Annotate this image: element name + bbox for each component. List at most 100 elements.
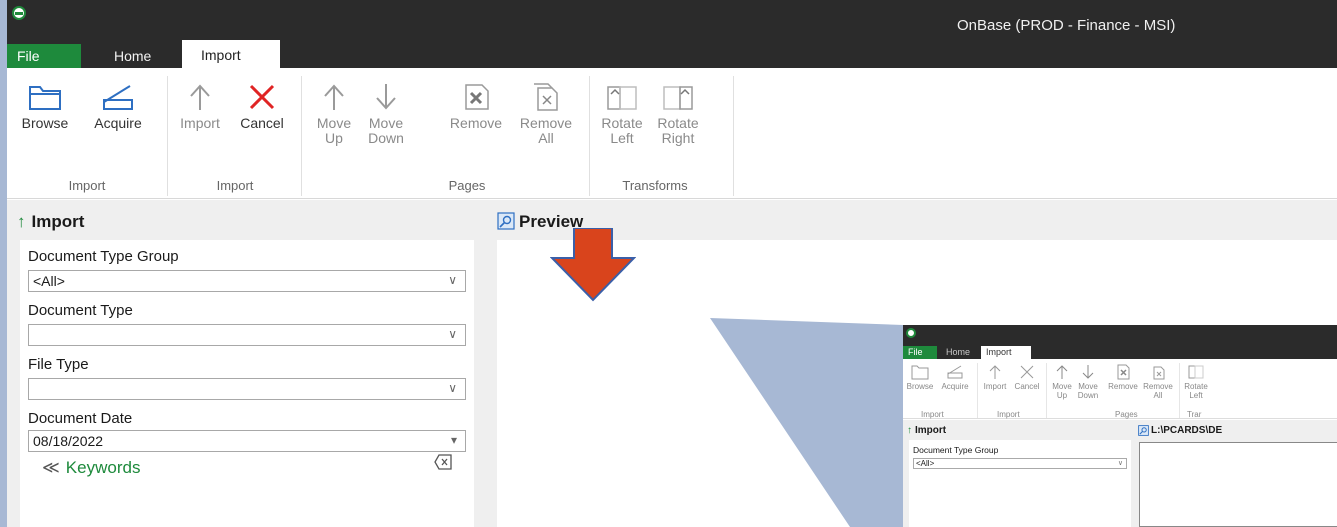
- inset-remove-button[interactable]: Remove: [1105, 364, 1141, 391]
- ribbon-tabs: File Home Import: [7, 36, 1337, 68]
- clear-keywords-icon[interactable]: [434, 454, 452, 470]
- arrow-up-icon: [1056, 365, 1068, 379]
- inset-cancel-button[interactable]: Cancel: [1011, 364, 1043, 391]
- move-down-label: Move Down: [368, 115, 404, 146]
- tab-home[interactable]: Home: [100, 44, 165, 68]
- title-bar: OnBase (PROD - Finance - MSI): [7, 0, 1337, 36]
- tab-import[interactable]: Import: [182, 40, 280, 68]
- ribbon-separator: [589, 76, 590, 196]
- document-type-group-value: <All>: [33, 273, 65, 289]
- document-type-select[interactable]: ∨: [28, 324, 466, 346]
- remove-all-label: Remove All: [519, 115, 573, 146]
- scanner-icon: [103, 85, 133, 110]
- document-date-value: 08/18/2022: [33, 433, 104, 449]
- import-form: Document Type Group <All> ∨ Document Typ…: [20, 240, 474, 527]
- import-pane-title: Import: [31, 212, 85, 231]
- rotate-right-button[interactable]: Rotate Right: [651, 82, 705, 146]
- remove-page-icon: [465, 84, 489, 110]
- arrow-up-icon: ↑: [17, 212, 26, 231]
- remove-page-icon: [1117, 364, 1130, 380]
- import-button[interactable]: Import: [171, 82, 229, 131]
- inset-group-pages: Pages: [1115, 410, 1138, 419]
- inset-tab-home[interactable]: Home: [941, 346, 975, 359]
- inset-preview-path: L:\PCARDS\DE: [1151, 425, 1223, 436]
- onbase-logo-icon: [906, 328, 916, 338]
- import-pane: ↑ Import Document Type Group <All> ∨ Docu…: [7, 200, 487, 527]
- zoomed-inset: File Home Import Browse Acquire Import I…: [903, 325, 1337, 527]
- import-pane-header: ↑ Import: [7, 200, 487, 238]
- inset-import-button[interactable]: Import: [979, 364, 1011, 391]
- close-icon: [249, 84, 275, 110]
- browse-label: Browse: [21, 115, 69, 131]
- arrow-down-icon: [1082, 365, 1094, 379]
- inset-remove-all-button[interactable]: Remove All: [1141, 364, 1175, 400]
- rotate-left-button[interactable]: Rotate Left: [597, 82, 647, 146]
- folder-icon: [29, 86, 61, 110]
- rotate-right-label: Rotate Right: [657, 115, 699, 146]
- inset-document-type-group-label: Document Type Group: [913, 445, 999, 455]
- cancel-label: Cancel: [240, 115, 284, 131]
- inset-import-pane: ↑ Import Document Type Group <All> ∨: [903, 420, 1135, 527]
- inset-move-up-button[interactable]: Move Up: [1049, 364, 1075, 400]
- inset-group-import-1: Import: [921, 410, 944, 419]
- remove-all-pages-icon: [1153, 366, 1165, 380]
- document-date-input[interactable]: 08/18/2022 ▾: [28, 430, 466, 452]
- rotate-right-icon: [663, 86, 693, 110]
- rotate-left-icon: [1188, 365, 1204, 379]
- chevron-down-icon: ∨: [448, 273, 457, 287]
- inset-tab-import[interactable]: Import: [981, 346, 1031, 359]
- inset-group-import-2: Import: [997, 410, 1020, 419]
- file-type-label: File Type: [28, 356, 89, 373]
- rotate-left-icon: [607, 86, 637, 110]
- inset-rotate-left-button[interactable]: Rotate Left: [1181, 364, 1211, 400]
- keywords-label: Keywords: [65, 458, 141, 477]
- inset-document-type-group-select[interactable]: <All> ∨: [913, 458, 1127, 469]
- preview-icon: [1138, 425, 1149, 436]
- cancel-button[interactable]: Cancel: [231, 82, 293, 131]
- document-date-label: Document Date: [28, 410, 133, 427]
- inset-separator: [977, 363, 978, 418]
- tab-file[interactable]: File: [7, 44, 81, 68]
- group-label-transforms: Transforms: [622, 178, 688, 193]
- keywords-toggle[interactable]: ≪ Keywords: [42, 458, 140, 478]
- group-label-import-1: Import: [68, 178, 106, 193]
- inset-browse-button[interactable]: Browse: [903, 364, 937, 391]
- inset-import-form: Document Type Group <All> ∨: [909, 440, 1131, 527]
- inset-preview-pane: L:\PCARDS\DE: [1135, 420, 1337, 527]
- remove-all-button[interactable]: Remove All: [515, 82, 577, 146]
- document-type-label: Document Type: [28, 302, 133, 319]
- ribbon-separator: [733, 76, 734, 196]
- inset-acquire-button[interactable]: Acquire: [937, 364, 973, 391]
- dropdown-triangle-icon: ▾: [450, 433, 457, 447]
- remove-label: Remove: [449, 115, 503, 131]
- onbase-logo-icon: [12, 6, 26, 20]
- remove-button[interactable]: Remove: [443, 82, 509, 131]
- ribbon: Browse Acquire Import Import Cancel Impo: [7, 68, 1337, 199]
- inset-tab-file[interactable]: File: [903, 346, 937, 359]
- window-title: OnBase (PROD - Finance - MSI): [957, 17, 1176, 34]
- acquire-label: Acquire: [94, 115, 142, 131]
- move-down-button[interactable]: Move Down: [361, 82, 411, 146]
- file-type-select[interactable]: ∨: [28, 378, 466, 400]
- import-label: Import: [180, 115, 220, 131]
- close-icon: [1020, 365, 1034, 379]
- acquire-button[interactable]: Acquire: [83, 82, 153, 131]
- inset-title-bar: [903, 325, 1337, 343]
- arrow-up-icon: ↑: [907, 425, 912, 436]
- inset-import-header: ↑ Import: [907, 425, 946, 436]
- scanner-icon: [947, 365, 963, 379]
- move-up-button[interactable]: Move Up: [309, 82, 359, 146]
- remove-all-pages-icon: [534, 83, 558, 111]
- inset-separator: [1046, 363, 1047, 418]
- group-label-pages: Pages: [448, 178, 486, 193]
- inset-separator: [1179, 363, 1180, 418]
- chevron-down-icon: ∨: [448, 381, 457, 395]
- rotate-left-label: Rotate Left: [601, 115, 643, 146]
- inset-move-down-button[interactable]: Move Down: [1075, 364, 1101, 400]
- document-type-group-select[interactable]: <All> ∨: [28, 270, 466, 292]
- folder-icon: [911, 365, 929, 380]
- browse-button[interactable]: Browse: [13, 82, 77, 131]
- preview-icon: [497, 212, 515, 230]
- annotation-arrow-down-icon: [550, 228, 636, 302]
- arrow-up-icon: [190, 84, 210, 110]
